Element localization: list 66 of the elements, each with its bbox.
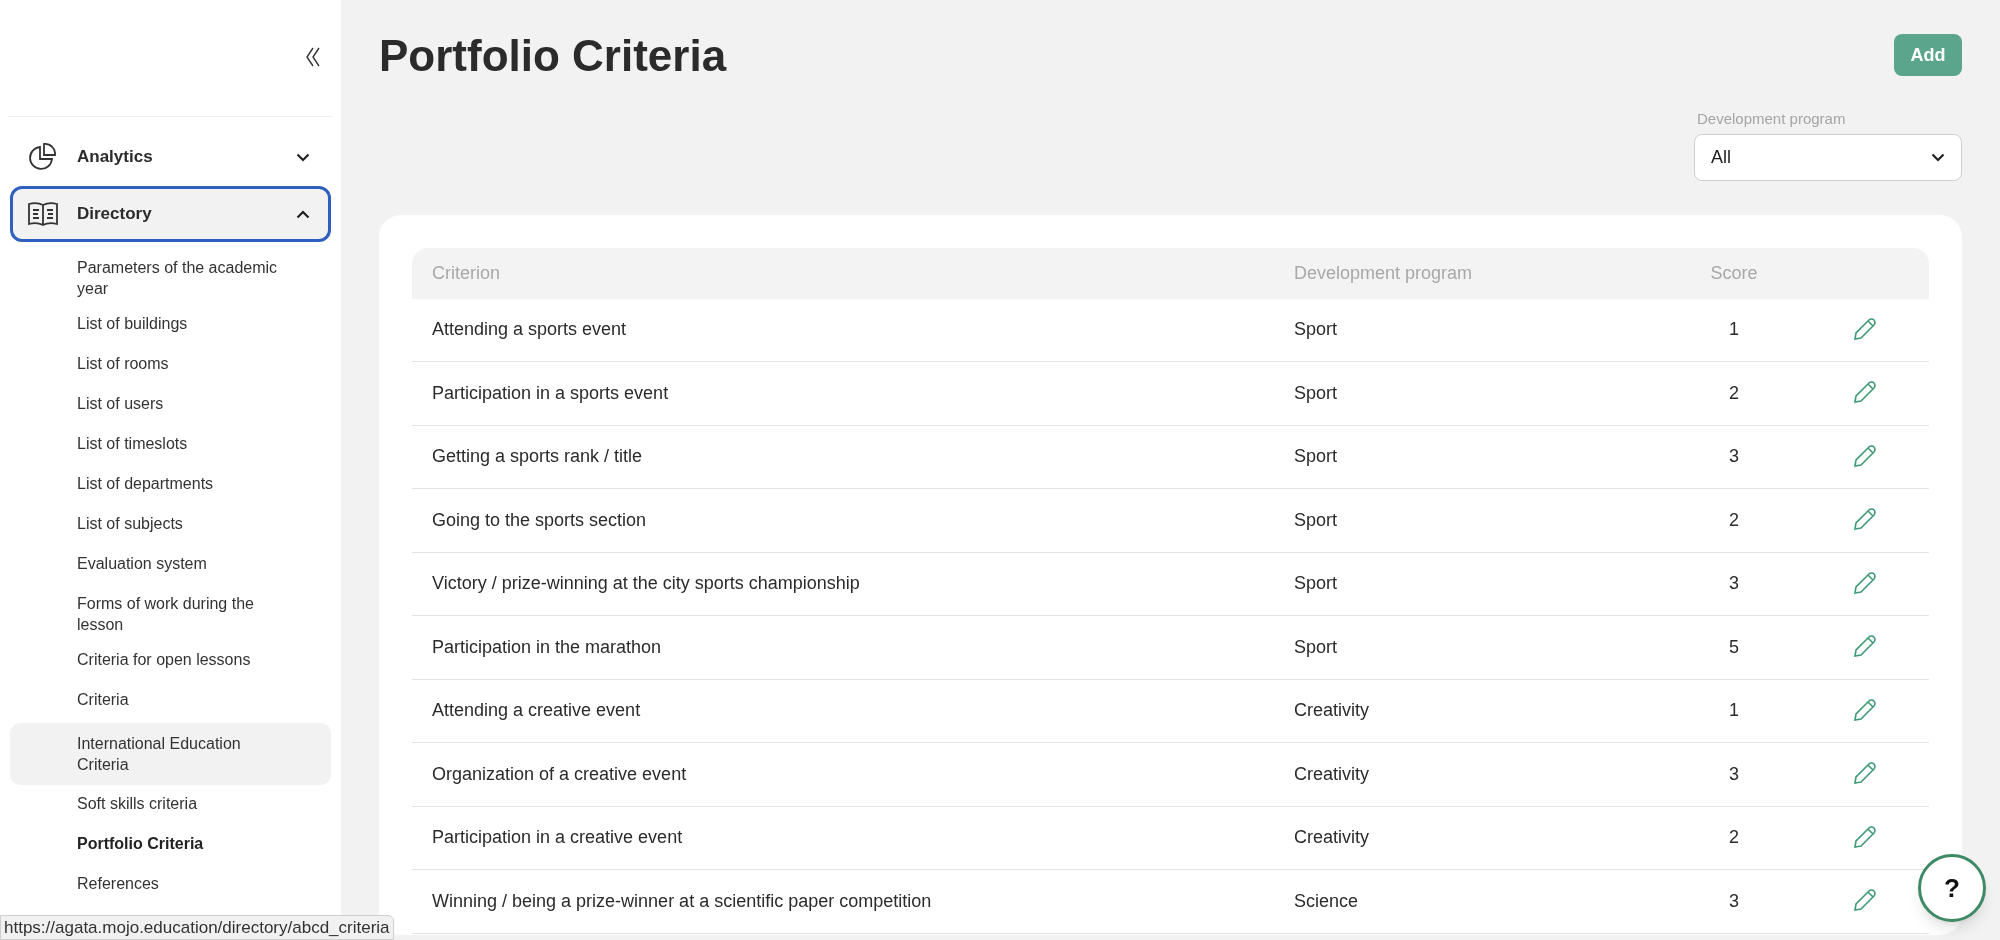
table-cell-text: Getting a sports rank / title — [431, 445, 644, 469]
table-cell-text: Creativity — [1294, 762, 1370, 786]
submenu-item[interactable]: Soft skills criteria — [10, 786, 331, 826]
column-header: Criterion — [431, 261, 502, 285]
table-cell-text: Creativity — [1294, 699, 1370, 723]
submenu-item[interactable]: List of users — [10, 386, 331, 426]
nav-item[interactable]: Analytics — [10, 129, 331, 185]
pencil-icon[interactable] — [1851, 316, 1877, 343]
table-cell-text: Victory / prize-winning at the city sports championship — [431, 572, 861, 596]
chevron-down-icon — [1931, 152, 1945, 162]
filter-label: Development program — [1696, 109, 1847, 129]
submenu-item[interactable]: List of departments — [10, 466, 331, 506]
table-cell-text: Organization of a creative event — [431, 762, 688, 786]
table-cell-text: Participation in a sports event — [431, 381, 670, 405]
url-tooltip: https://agata.mojo.education/directory/abcd_criteria — [0, 915, 394, 940]
help-button[interactable]: ? — [1918, 854, 1986, 922]
table-cell-text: Attending a sports event — [431, 318, 628, 342]
chevron-up-icon — [296, 209, 310, 219]
submenu-item[interactable]: Criteria for open lessons — [10, 642, 331, 682]
submenu-item[interactable]: International Education Criteria — [10, 723, 331, 785]
submenu-item[interactable]: References — [10, 866, 331, 906]
submenu-item[interactable]: Portfolio Criteria — [10, 826, 331, 866]
nav-item[interactable]: Directory — [10, 186, 331, 242]
table-cell-text: Sport — [1294, 635, 1339, 659]
table-cell-text: Sport — [1294, 508, 1339, 532]
submenu-item[interactable]: Forms of work during the lesson — [10, 586, 331, 642]
submenu-item[interactable]: Criteria — [10, 682, 331, 722]
table-cell-text: Winning / being a prize-winner at a scientific paper competition — [431, 889, 933, 913]
table-cell-text: 2 — [1728, 508, 1740, 532]
table-cell-text: 2 — [1728, 826, 1740, 850]
submenu-item[interactable]: Parameters of the academic year — [10, 250, 331, 306]
table-cell-text: 3 — [1728, 445, 1740, 469]
column-header: Development program — [1294, 261, 1474, 285]
column-header: Score — [1709, 261, 1759, 285]
pencil-icon[interactable] — [1851, 570, 1877, 597]
pencil-icon[interactable] — [1851, 443, 1877, 470]
table-cell-text: 5 — [1728, 635, 1740, 659]
table-cell-text: Sport — [1294, 318, 1339, 342]
submenu-item[interactable]: List of buildings — [10, 306, 331, 346]
table-cell-text: Sport — [1294, 445, 1339, 469]
submenu-item[interactable]: List of timeslots — [10, 426, 331, 466]
pie-chart-icon — [27, 142, 57, 172]
collapse-icon[interactable] — [305, 46, 321, 68]
table-cell-text: Participation in a creative event — [431, 826, 684, 850]
table-cell-text: Participation in the marathon — [431, 635, 663, 659]
table-cell-text: Sport — [1294, 572, 1339, 596]
table-cell-text: Sport — [1294, 381, 1339, 405]
page-title: Portfolio Criteria — [379, 30, 727, 82]
pencil-icon[interactable] — [1851, 824, 1877, 851]
table-cell-text: 1 — [1728, 699, 1740, 723]
table-cell-text: Science — [1294, 889, 1360, 913]
table-cell-text: Creativity — [1294, 826, 1370, 850]
submenu-item[interactable]: List of rooms — [10, 346, 331, 386]
table-cell-text: 3 — [1728, 572, 1740, 596]
table-cell-text: 1 — [1728, 318, 1740, 342]
table-cell-text: 3 — [1728, 889, 1740, 913]
program-dropdown[interactable]: All — [1694, 133, 1962, 181]
submenu-item[interactable]: Evaluation system — [10, 546, 331, 586]
book-icon — [27, 200, 59, 228]
table-cell-text: Attending a creative event — [431, 699, 642, 723]
pencil-icon[interactable] — [1851, 697, 1877, 724]
submenu-item[interactable]: List of subjects — [10, 506, 331, 546]
table-cell-text: Going to the sports section — [431, 508, 648, 532]
table-cell-text: 3 — [1728, 762, 1740, 786]
table-cell-text: 2 — [1728, 381, 1740, 405]
chevron-down-icon — [296, 152, 310, 162]
